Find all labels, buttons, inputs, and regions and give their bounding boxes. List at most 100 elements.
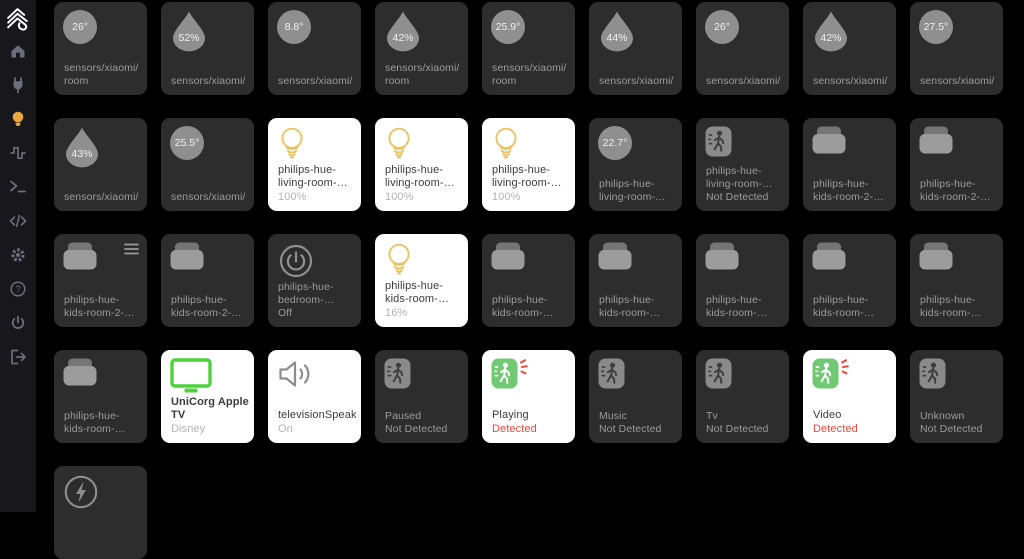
accessory-tile[interactable]: 25.9°sensors/xiaomi/room — [482, 2, 575, 95]
tile-label-line: living-room-… — [278, 177, 358, 191]
accessory-tile[interactable]: 25.5°sensors/xiaomi/ — [161, 118, 254, 211]
accessory-tile[interactable]: philips-hue-kids-room-… — [54, 350, 147, 443]
device-icon — [812, 141, 846, 158]
sidebar-item-settings[interactable] — [0, 240, 36, 274]
accessory-tile[interactable]: UniCorg AppleTVDisney — [161, 350, 254, 443]
accessory-tile[interactable]: 43% sensors/xiaomi/ — [54, 118, 147, 211]
tile-label: sensors/xiaomi/ — [64, 191, 144, 204]
accessory-tile[interactable]: philips-hue-living-room-…100% — [375, 118, 468, 211]
tile-label-line: kids-room-2-… — [920, 191, 1000, 204]
tile-label: philips-hue-living-room-…100% — [492, 164, 572, 205]
sidebar-item-accessories[interactable] — [0, 104, 36, 138]
sidebar-item-logs[interactable] — [0, 138, 36, 172]
tile-status: Not Detected — [385, 423, 465, 436]
accessory-tile[interactable]: 44%sensors/xiaomi/ — [589, 2, 682, 95]
tile-label-line: philips-hue- — [492, 294, 572, 307]
humidity-drop-icon: 52% — [170, 10, 208, 52]
temperature-badge-icon: 22.7° — [598, 126, 632, 160]
tile-label-line: philips-hue- — [599, 178, 679, 191]
accessory-tile[interactable]: televisionSpeakOn — [268, 350, 361, 443]
tile-label: philips-hue-kids-room-… — [706, 294, 786, 320]
menu-icon[interactable] — [124, 243, 139, 255]
tile-label-line: philips-hue- — [385, 164, 465, 178]
terminal-icon — [9, 178, 27, 201]
humidity-value: 43% — [63, 139, 101, 168]
code-icon — [9, 212, 27, 235]
tile-label-line: kids-room-… — [64, 423, 144, 436]
sidebar-item-terminal[interactable] — [0, 172, 36, 206]
accessory-tile[interactable]: VideoDetected — [803, 350, 896, 443]
accessory-tile[interactable]: philips-hue-kids-room-2-… — [910, 118, 1003, 211]
motion-detected-icon — [491, 376, 529, 393]
accessory-tile[interactable]: philips-hue-living-room-…100% — [268, 118, 361, 211]
tile-label: sensors/xiaomi/ — [278, 75, 358, 88]
temperature-badge-icon: 27.5° — [919, 10, 953, 44]
tile-label-line: philips-hue- — [920, 178, 1000, 191]
accessory-tile[interactable]: 26°sensors/xiaomi/room — [54, 2, 147, 95]
accessory-tile[interactable]: philips-hue-bedroom-…Off — [268, 234, 361, 327]
tile-label-line: living-room-… — [599, 191, 679, 204]
tile-label: sensors/xiaomi/ — [813, 75, 893, 88]
accessory-tile[interactable]: PlayingDetected — [482, 350, 575, 443]
tile-status: 100% — [385, 191, 465, 205]
accessory-tile[interactable]: philips-hue-kids-room-2-… — [803, 118, 896, 211]
tile-label: sensors/xiaomi/ — [920, 75, 1000, 88]
sidebar-item-support[interactable]: ? — [0, 274, 36, 308]
accessory-tile[interactable]: philips-hue-kids-room-…16% — [375, 234, 468, 327]
tile-status: 100% — [278, 191, 358, 205]
motion-sensor-icon — [598, 376, 626, 393]
sidebar-item-restart[interactable] — [0, 308, 36, 342]
accessory-tile[interactable]: 42%sensors/xiaomi/room — [375, 2, 468, 95]
accessory-tile[interactable]: UnknownNot Detected — [910, 350, 1003, 443]
tile-status: 16% — [385, 307, 465, 321]
tile-label-line: room — [492, 75, 572, 88]
sidebar-item-config[interactable] — [0, 206, 36, 240]
accessory-tile[interactable] — [54, 466, 147, 559]
tile-label-line: living-room-… — [385, 177, 465, 191]
tile-label: VideoDetected — [813, 409, 893, 436]
logout-icon — [9, 348, 27, 371]
tile-label-line: Paused — [385, 410, 465, 423]
tile-status: 100% — [492, 191, 572, 205]
accessory-tile[interactable]: philips-hue-kids-room-… — [482, 234, 575, 327]
tile-label: philips-hue-kids-room-… — [920, 294, 1000, 320]
accessory-tile[interactable]: 42%sensors/xiaomi/ — [803, 2, 896, 95]
accessory-tile[interactable]: 22.7° philips-hue-living-room-… — [589, 118, 682, 211]
tile-label-line: philips-hue- — [492, 164, 572, 178]
tile-label-line: living-room-… — [492, 177, 572, 191]
tile-label: sensors/xiaomi/ — [171, 75, 251, 88]
accessory-tile[interactable]: 26°sensors/xiaomi/ — [696, 2, 789, 95]
sidebar-item-home[interactable] — [0, 36, 36, 70]
tile-label-line: philips-hue- — [64, 410, 144, 423]
sidebar-item-plugins[interactable] — [0, 70, 36, 104]
tile-label: philips-hue-kids-room-2-… — [813, 178, 893, 204]
tile-label-line: sensors/xiaomi/ — [813, 75, 893, 88]
accessory-tile[interactable]: philips-hue-kids-room-2-… — [54, 234, 147, 327]
sidebar-item-logout[interactable] — [0, 342, 36, 376]
accessory-tile[interactable]: philips-hue-living-room-…100% — [482, 118, 575, 211]
motion-sensor-icon — [705, 144, 733, 161]
tile-label-line: kids-room-… — [599, 307, 679, 320]
accessory-tile[interactable]: philips-hue-living-room-…Not Detected — [696, 118, 789, 211]
device-icon — [919, 257, 953, 274]
accessory-tile[interactable]: philips-hue-kids-room-… — [803, 234, 896, 327]
tile-label: philips-hue-kids-room-… — [64, 410, 144, 436]
accessory-tile[interactable]: 27.5° sensors/xiaomi/ — [910, 2, 1003, 95]
accessory-tile[interactable]: philips-hue-kids-room-… — [696, 234, 789, 327]
motion-detected-icon — [812, 376, 850, 393]
accessory-tile[interactable]: philips-hue-kids-room-… — [589, 234, 682, 327]
tile-label: sensors/xiaomi/room — [385, 62, 465, 88]
accessory-tile[interactable]: PausedNot Detected — [375, 350, 468, 443]
tile-status: On — [278, 423, 358, 437]
device-icon — [919, 141, 953, 158]
accessory-tile[interactable]: 52% sensors/xiaomi/ — [161, 2, 254, 95]
brand-logo-icon — [4, 5, 32, 33]
accessory-tile[interactable]: philips-hue-kids-room-2-… — [161, 234, 254, 327]
temperature-badge-icon: 26° — [63, 10, 97, 44]
accessory-tile[interactable]: MusicNot Detected — [589, 350, 682, 443]
tile-label: philips-hue-living-room-…100% — [385, 164, 465, 205]
accessory-tile[interactable]: TvNot Detected — [696, 350, 789, 443]
tile-label-line: philips-hue- — [599, 294, 679, 307]
accessory-tile[interactable]: philips-hue-kids-room-… — [910, 234, 1003, 327]
accessory-tile[interactable]: 8.8°sensors/xiaomi/ — [268, 2, 361, 95]
